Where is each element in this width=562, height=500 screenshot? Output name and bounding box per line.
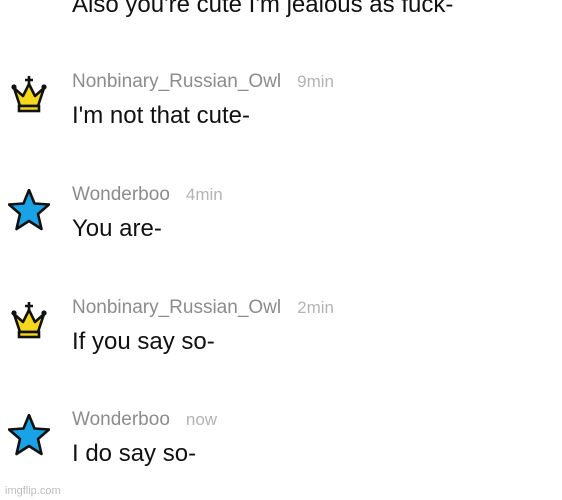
chat-message: Nonbinary_Russian_Owl 9min I'm not that c… [0,70,562,160]
message-text: If you say so- [72,328,215,355]
message-meta: Nonbinary_Russian_Owl 9min [72,70,334,95]
username[interactable]: Wonderboo [72,184,170,205]
chat-message: Wonderboo 4min You are- [0,183,562,273]
watermark: imgflip.com [5,485,61,497]
timestamp: now [185,410,218,429]
message-meta: Wonderboo now [72,408,217,433]
star-icon[interactable] [8,414,50,456]
chat-message: Nonbinary_Russian_Owl 2min If you say so- [0,296,562,386]
username[interactable]: Nonbinary_Russian_Owl [72,71,281,92]
username[interactable]: Nonbinary_Russian_Owl [72,297,281,318]
message-meta: Wonderboo 4min [72,183,223,208]
crown-icon-graphic [11,76,47,113]
crown-icon-graphic [11,302,47,339]
message-meta: Nonbinary_Russian_Owl 2min [72,296,334,321]
crown-icon[interactable] [8,302,50,344]
crown-icon[interactable] [8,76,50,118]
chat-message: Wonderboo now I do say so- [0,408,562,498]
username[interactable]: Wonderboo [72,409,170,430]
message-text: I do say so- [72,440,197,467]
timestamp: 9min [297,72,334,91]
previous-message-text: Also you're cute I'm jealous as fuck- [72,0,454,18]
timestamp: 2min [297,298,334,317]
star-icon-graphic [8,189,50,231]
star-icon[interactable] [8,189,50,231]
chat-log: Also you're cute I'm jealous as fuck- No… [0,0,562,500]
message-text: You are- [72,215,162,242]
message-text: I'm not that cute- [72,102,250,129]
star-icon-graphic [8,414,50,456]
timestamp: 4min [185,185,223,204]
